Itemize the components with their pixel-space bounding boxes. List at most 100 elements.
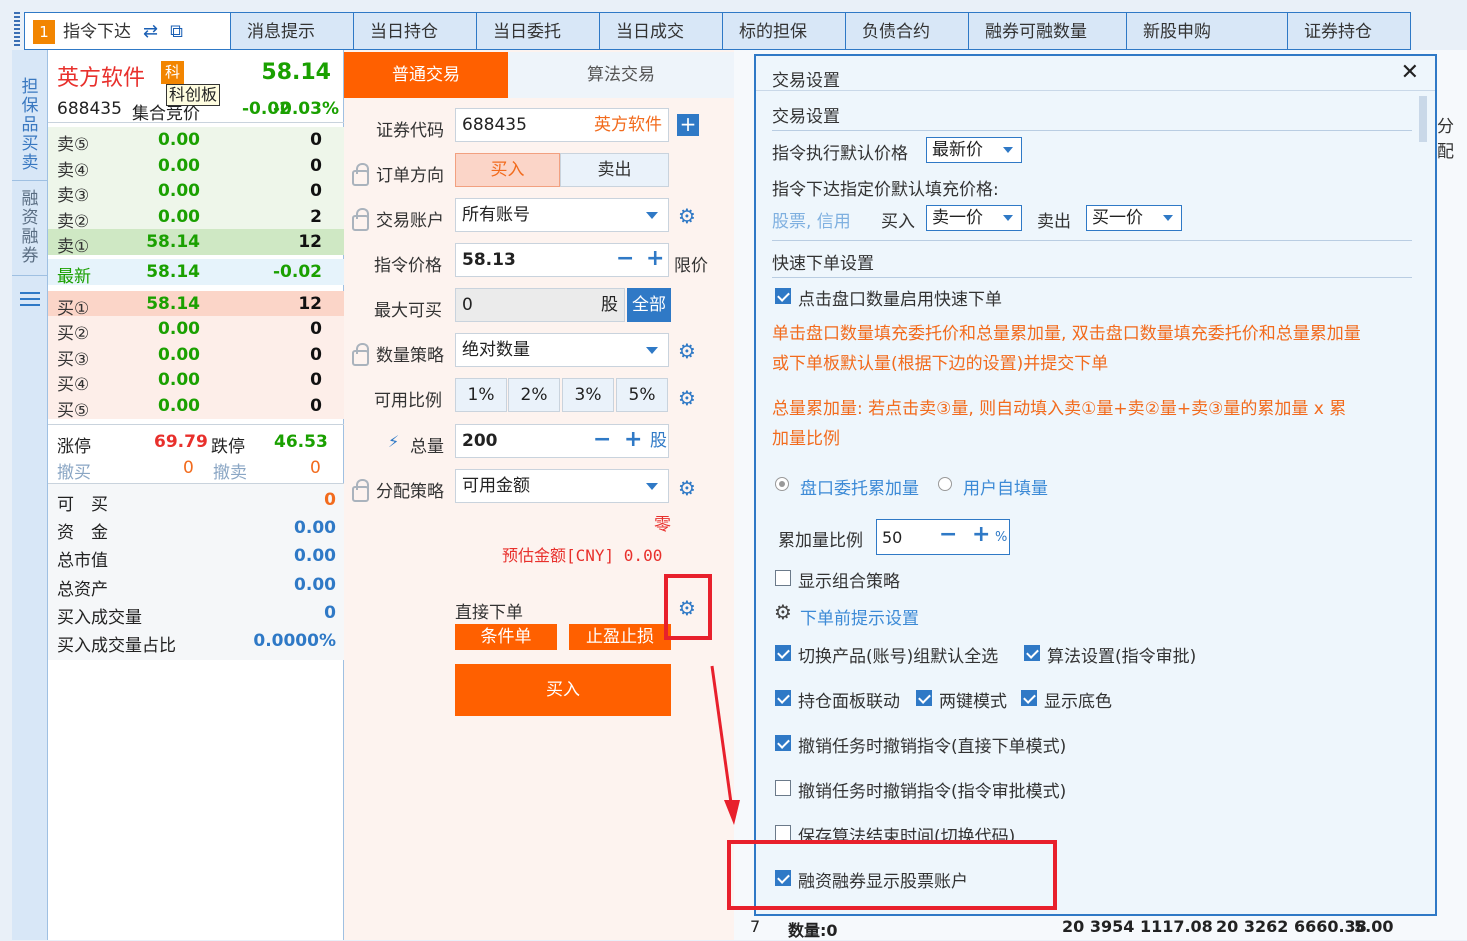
level-volume[interactable]: 0 xyxy=(310,319,322,339)
price-input[interactable]: 58.13 − + xyxy=(455,243,669,277)
lock-icon[interactable] xyxy=(352,163,369,186)
tab-collateral[interactable]: 标的担保 xyxy=(723,12,846,50)
minus-icon[interactable]: − xyxy=(616,243,634,275)
order-book-row[interactable]: 卖① 58.14 12 xyxy=(48,229,344,257)
total-value: 200 xyxy=(462,431,498,451)
drag-grip-icon[interactable] xyxy=(14,12,20,48)
order-book-row[interactable]: 买② 0.00 0 xyxy=(48,316,344,344)
level-volume[interactable]: 0 xyxy=(310,181,322,201)
scrollbar-thumb[interactable] xyxy=(1419,96,1427,142)
sell-direction-button[interactable]: 卖出 xyxy=(560,153,669,187)
ratio-button[interactable]: 5% xyxy=(616,378,668,412)
default-price-select[interactable]: 最新价 xyxy=(926,137,1022,163)
all-button[interactable]: 全部 xyxy=(627,288,671,322)
level-volume[interactable]: 2 xyxy=(310,207,322,227)
show-bg-checkbox[interactable] xyxy=(1021,690,1037,706)
conditional-order-button[interactable]: 条件单 xyxy=(455,624,557,650)
swap-icon[interactable]: ⇄ xyxy=(143,13,158,51)
menu-icon[interactable] xyxy=(20,292,40,306)
level-volume[interactable]: 0 xyxy=(310,156,322,176)
radio-order-accum-label[interactable]: 盘口委托累加量 xyxy=(800,474,919,499)
level-volume[interactable]: 0 xyxy=(310,370,322,390)
cancel-buy-label[interactable]: 撤买 xyxy=(57,458,91,483)
fill-price-label: 指令下达指定价默认填充价格: xyxy=(772,180,999,200)
gear-icon[interactable]: ⚙ xyxy=(678,476,696,500)
plus-icon[interactable]: + xyxy=(972,522,990,547)
radio-user-fill[interactable] xyxy=(938,477,952,491)
algo-setting-checkbox[interactable] xyxy=(1024,645,1040,661)
tab-positions-today[interactable]: 当日持仓 xyxy=(354,12,477,50)
sell-fill-select[interactable]: 买一价 xyxy=(1086,205,1182,231)
tab-ipo-subscribe[interactable]: 新股申购 xyxy=(1127,12,1288,50)
price-type[interactable]: 限价 xyxy=(674,251,708,276)
order-book-row[interactable]: 卖⑤ 0.00 0 xyxy=(48,127,344,155)
level-volume[interactable]: 12 xyxy=(298,294,322,314)
order-book-row[interactable]: 买① 58.14 12 xyxy=(48,291,344,319)
ratio-button[interactable]: 2% xyxy=(508,378,560,412)
ratio-button[interactable]: 1% xyxy=(455,378,507,412)
level-volume[interactable]: 12 xyxy=(298,232,322,252)
qty-strategy-select[interactable]: 绝对数量 xyxy=(455,333,669,367)
stop-loss-button[interactable]: 止盈止损 xyxy=(569,624,671,650)
quick-order-checkbox[interactable] xyxy=(775,288,791,304)
tab-order-entry[interactable]: 1 指令下达 ⇄ ⧉ xyxy=(24,12,231,50)
account-select[interactable]: 所有账号 xyxy=(455,198,669,232)
quick-order-desc-2: 或下单板默认量(根据下边的设置)并提交下单 xyxy=(772,354,1109,374)
order-book-row[interactable]: 卖④ 0.00 0 xyxy=(48,153,344,181)
two-key-checkbox[interactable] xyxy=(916,690,932,706)
tab-trades-today[interactable]: 当日成交 xyxy=(600,12,723,50)
tab-normal-trade[interactable]: 普通交易 xyxy=(344,52,508,98)
total-input[interactable]: 200 − + 股 xyxy=(455,424,669,458)
close-icon[interactable]: ✕ xyxy=(1401,60,1419,85)
plus-icon[interactable]: + xyxy=(624,424,642,456)
gear-icon[interactable]: ⚙ xyxy=(678,339,696,363)
position-link-checkbox[interactable] xyxy=(775,690,791,706)
order-book-row[interactable]: 卖② 0.00 2 xyxy=(48,204,344,232)
order-book-row[interactable]: 买③ 0.00 0 xyxy=(48,342,344,370)
lock-icon[interactable] xyxy=(352,479,369,502)
tab-messages[interactable]: 消息提示 xyxy=(231,12,354,50)
show-combo-checkbox[interactable] xyxy=(775,570,791,586)
tab-security-holdings[interactable]: 证券持仓 xyxy=(1288,12,1411,50)
cancel-direct-checkbox[interactable] xyxy=(775,735,791,751)
buy-fill-select[interactable]: 卖一价 xyxy=(926,205,1022,231)
order-book-row[interactable]: 买⑤ 0.00 0 xyxy=(48,393,344,421)
accum-ratio-input[interactable]: 50 − + % xyxy=(876,519,1010,555)
tab-algo-trade[interactable]: 算法交易 xyxy=(508,52,734,98)
popout-icon[interactable]: ⧉ xyxy=(170,13,183,51)
side-tab-margin[interactable]: 融资融券 xyxy=(18,190,42,270)
qty-strategy-value: 绝对数量 xyxy=(462,340,530,360)
plus-icon[interactable]: + xyxy=(646,243,664,275)
order-book-row[interactable]: 卖③ 0.00 0 xyxy=(48,178,344,206)
side-tab-bar: 担保品买卖 融资融券 xyxy=(12,50,48,940)
ratio-button[interactable]: 3% xyxy=(562,378,614,412)
lock-icon[interactable] xyxy=(352,343,369,366)
tab-short-available[interactable]: 融券可融数量 xyxy=(969,12,1127,50)
gear-icon[interactable]: ⚙ xyxy=(678,204,696,228)
cancel-approval-checkbox[interactable] xyxy=(775,780,791,796)
minus-icon[interactable]: − xyxy=(593,424,611,456)
alloc-select[interactable]: 可用金额 xyxy=(455,469,669,503)
tab-liabilities[interactable]: 负债合约 xyxy=(846,12,969,50)
radio-user-fill-label[interactable]: 用户自填量 xyxy=(963,474,1048,499)
order-book-row[interactable]: 买④ 0.00 0 xyxy=(48,367,344,395)
submit-buy-button[interactable]: 买入 xyxy=(455,664,671,716)
level-volume[interactable]: 0 xyxy=(310,345,322,365)
gear-icon[interactable]: ⚙ xyxy=(678,386,696,410)
level-volume[interactable]: 0 xyxy=(310,396,322,416)
add-icon[interactable]: + xyxy=(677,114,699,136)
buy-direction-button[interactable]: 买入 xyxy=(455,153,560,187)
tab-orders-today[interactable]: 当日委托 xyxy=(477,12,600,50)
show-combo-label: 显示组合策略 xyxy=(798,572,900,592)
pre-order-tip-link[interactable]: 下单前提示设置 xyxy=(800,604,919,629)
lock-icon[interactable] xyxy=(352,208,369,231)
cancel-sell-label[interactable]: 撤卖 xyxy=(213,458,247,483)
level-volume[interactable]: 0 xyxy=(310,130,322,150)
minus-icon[interactable]: − xyxy=(939,522,957,547)
radio-order-accum[interactable] xyxy=(775,477,789,491)
save-algo-time-checkbox[interactable] xyxy=(775,825,791,841)
switch-product-checkbox[interactable] xyxy=(775,645,791,661)
summary-value: 20 3954 1117.08 xyxy=(1062,917,1213,936)
code-input[interactable]: 688435 英方软件 xyxy=(455,108,669,142)
total-unit[interactable]: 股 xyxy=(650,425,667,457)
